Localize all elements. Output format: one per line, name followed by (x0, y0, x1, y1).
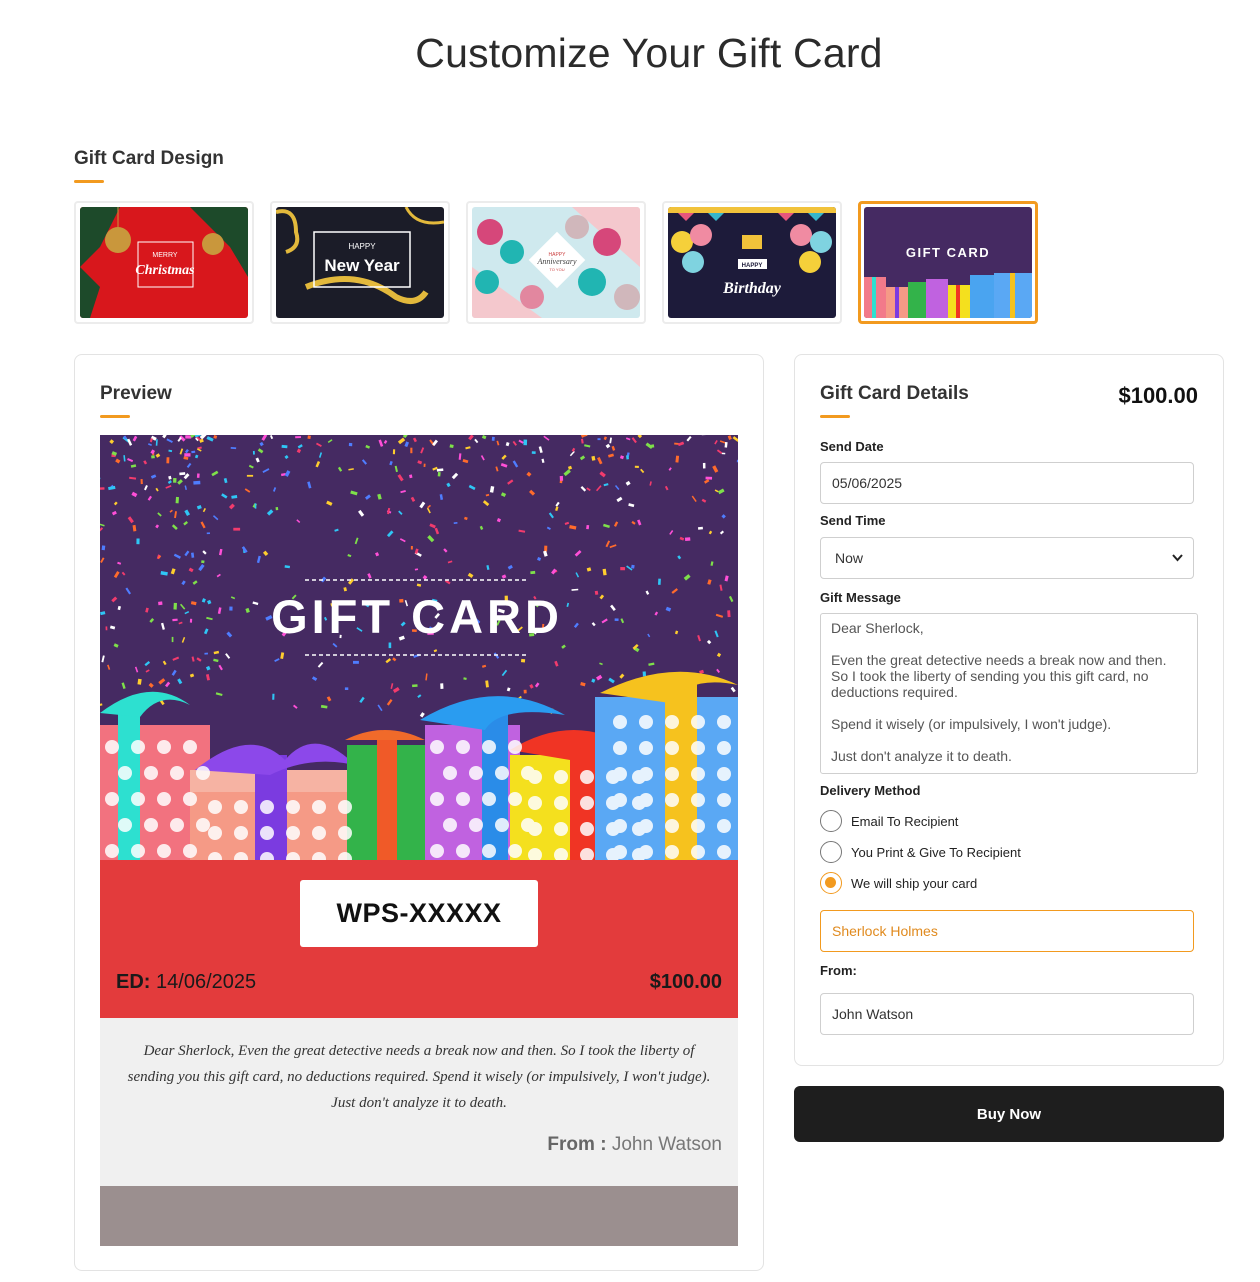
svg-text:MERRY: MERRY (152, 252, 177, 259)
message-paragraph: Dear Sherlock, (831, 620, 924, 636)
gift-card-illustration: GIFT CARD (100, 435, 738, 860)
card-amount: $100.00 (649, 971, 722, 993)
delivery-option-print[interactable]: You Print & Give To Recipient (820, 841, 1021, 863)
svg-text:TO YOU: TO YOU (549, 267, 564, 272)
preview-heading-underline (100, 415, 130, 418)
details-amount: $100.00 (1118, 383, 1198, 408)
radio-button-selected[interactable] (820, 872, 842, 894)
preview-panel: Preview GIFT CARD WPS-XXXXX ED: 14/06/20… (74, 354, 764, 1271)
delivery-option-label: You Print & Give To Recipient (851, 844, 1021, 860)
card-message-section: Dear Sherlock, Even the great detective … (100, 1018, 738, 1186)
svg-text:Christmas: Christmas (135, 263, 195, 278)
card-art-title: GIFT CARD (271, 590, 563, 643)
anniversary-design-image: HAPPY Anniversary TO YOU (472, 207, 640, 318)
design-thumb-birthday[interactable]: HAPPY Birthday (662, 201, 842, 324)
design-thumb-christmas[interactable]: MERRY Christmas (74, 201, 254, 324)
card-from: From : John Watson (547, 1134, 722, 1156)
gift-card-design-image: GIFT CARD (864, 207, 1032, 318)
card-from-label: From : (547, 1134, 607, 1155)
gift-card-design-heading: Gift Card Design (74, 148, 224, 169)
new-year-design-image: HAPPY New Year (276, 207, 444, 318)
send-time-label: Send Time (820, 513, 886, 528)
expiry-value: 14/06/2025 (156, 971, 257, 993)
send-date-label: Send Date (820, 439, 884, 454)
heading-underline (74, 180, 104, 183)
details-heading: Gift Card Details (820, 383, 969, 404)
expiry-label: ED: (116, 971, 151, 993)
design-thumb-new-year[interactable]: HAPPY New Year (270, 201, 450, 324)
page-title: Customize Your Gift Card (415, 30, 883, 76)
svg-text:Anniversary: Anniversary (536, 257, 577, 266)
delivery-option-label: We will ship your card (851, 875, 978, 891)
radio-button[interactable] (820, 810, 842, 832)
message-paragraph: Even the great detective needs a break n… (831, 652, 1167, 700)
radio-button[interactable] (820, 841, 842, 863)
gift-card-artwork: GIFT CARD (100, 435, 738, 860)
from-input[interactable]: John Watson (820, 993, 1194, 1035)
buy-now-button[interactable]: Buy Now (794, 1086, 1224, 1142)
recipient-name-input[interactable]: Sherlock Holmes (820, 910, 1194, 952)
birthday-design-image: HAPPY Birthday (668, 207, 836, 318)
message-paragraph: Spend it wisely (or impulsively, I won't… (831, 716, 1112, 732)
gift-card-code-section: WPS-XXXXX ED: 14/06/2025 $100.00 (100, 860, 738, 1018)
gift-message-label: Gift Message (820, 590, 901, 605)
svg-text:HAPPY: HAPPY (348, 242, 376, 251)
preview-heading: Preview (100, 383, 172, 404)
delivery-option-label: Email To Recipient (851, 813, 959, 829)
gift-message-textarea[interactable]: Dear Sherlock, Even the great detective … (820, 613, 1198, 774)
delivery-option-email[interactable]: Email To Recipient (820, 810, 958, 832)
chevron-down-icon (1172, 554, 1183, 562)
svg-text:New Year: New Year (324, 256, 400, 275)
design-thumb-anniversary[interactable]: HAPPY Anniversary TO YOU (466, 201, 646, 324)
details-heading-underline (820, 415, 850, 418)
card-message-text: Dear Sherlock, Even the great detective … (127, 1043, 711, 1111)
delivery-option-ship[interactable]: We will ship your card (820, 872, 977, 894)
send-time-select[interactable]: Now (820, 537, 1194, 579)
delivery-method-label: Delivery Method (820, 783, 921, 798)
gift-card-code: WPS-XXXXX (300, 880, 538, 947)
expiry-date: ED: 14/06/2025 (116, 971, 256, 994)
card-footer-band (100, 1186, 738, 1246)
design-thumb-gift-card[interactable]: GIFT CARD (858, 201, 1038, 324)
christmas-design-image: MERRY Christmas (80, 207, 248, 318)
message-paragraph: Just don't analyze it to death. (831, 748, 1012, 764)
send-time-value: Now (835, 550, 864, 566)
design-thumbnails: MERRY Christmas HAPPY New Year HAPPY Ann… (74, 201, 1038, 324)
gift-card-details-panel: Gift Card Details $100.00 Send Date 05/0… (794, 354, 1224, 1066)
send-date-input[interactable]: 05/06/2025 (820, 462, 1194, 504)
from-label: From: (820, 963, 857, 978)
svg-text:Birthday: Birthday (722, 280, 782, 297)
svg-text:HAPPY: HAPPY (742, 263, 763, 269)
card-from-value: John Watson (611, 1134, 722, 1155)
svg-text:GIFT CARD: GIFT CARD (906, 245, 990, 260)
